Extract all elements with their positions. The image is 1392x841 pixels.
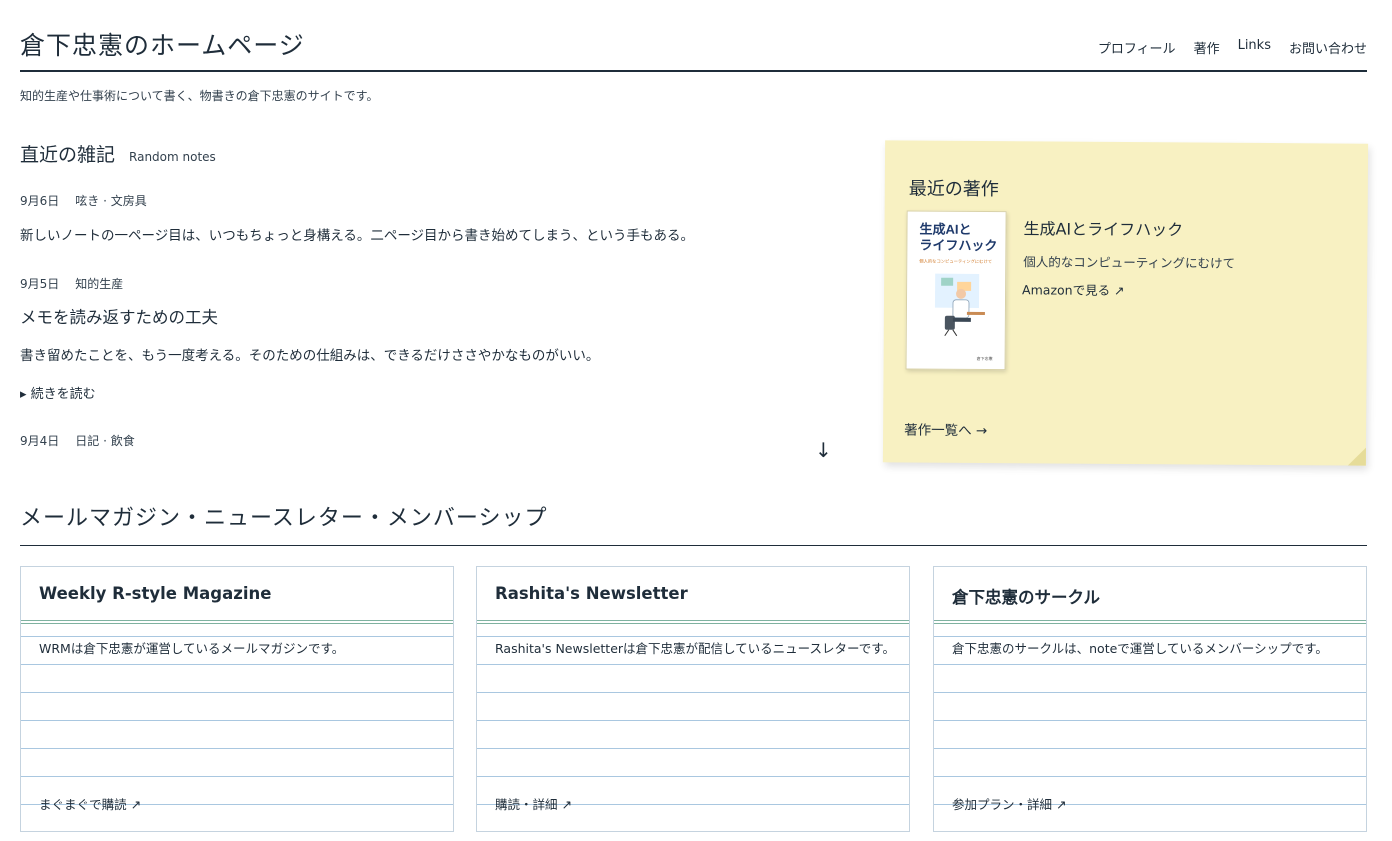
note-title[interactable]: メモを読み返すための工夫 [20, 304, 218, 328]
note-tags[interactable]: 呟き · 文房具 [75, 192, 146, 209]
newsletter-section-heading: メールマガジン・ニュースレター・メンバーシップ [20, 500, 1367, 546]
note-meta: 9月4日 日記 · 飲食 [20, 432, 135, 449]
note-date: 9月5日 [20, 277, 60, 291]
books-heading: 最近の著作 [908, 178, 999, 201]
note-meta: 9月6日 呟き · 文房具 [20, 192, 147, 209]
sticky-note-curl [1347, 447, 1366, 466]
notes-heading-title: 直近の雑記 [20, 144, 116, 166]
all-books-link[interactable]: 著作一覧へ → [904, 418, 987, 439]
card-description: 倉下忠憲のサークルは、noteで運営しているメンバーシップです。 [952, 641, 1328, 656]
cover-subtitle: 個人的なコンピューティングにむけて [919, 258, 992, 266]
card-description: WRMは倉下忠憲が運営しているメールマガジンです。 [39, 641, 345, 656]
recent-notes-section: 直近の雑記 Random notes 9月6日 呟き · 文房具 新しいノートの… [20, 140, 840, 470]
amazon-link[interactable]: Amazonで見る ↗ [1022, 279, 1125, 299]
read-more-toggle[interactable]: ▸ 続きを読む [20, 383, 96, 402]
notes-heading-sub: Random notes [129, 150, 216, 164]
book-title[interactable]: 生成AIとライフハック [1023, 215, 1183, 240]
note-tags[interactable]: 知的生産 [75, 275, 123, 292]
cover-title-line2: ライフハック [919, 238, 997, 254]
card-description: Rashita's Newsletterは倉下忠憲が配信しているニュースレターで… [495, 641, 896, 656]
nav-contact[interactable]: お問い合わせ [1289, 38, 1367, 57]
card-title[interactable]: Rashita's Newsletter [495, 584, 688, 603]
book-cover[interactable]: 生成AIと ライフハック 個人的なコンピューティングにむけて 倉下忠憲 [905, 210, 1007, 371]
site-title[interactable]: 倉下忠憲のホームページ [20, 26, 305, 62]
book-subtitle: 個人的なコンピューティングにむけて [1023, 254, 1236, 271]
nav-links[interactable]: Links [1238, 38, 1271, 57]
card-title[interactable]: Weekly R-style Magazine [39, 584, 271, 603]
notes-heading: 直近の雑記 Random notes [20, 140, 840, 167]
newsletter-heading: メールマガジン・ニュースレター・メンバーシップ [20, 506, 548, 531]
note-body: 書き留めたことを、もう一度考える。そのための仕組みは、できるだけささやかなものが… [20, 348, 600, 364]
nav-works[interactable]: 著作 [1194, 38, 1220, 57]
card-subscribe-link[interactable]: 購読・詳細 ↗ [495, 794, 572, 813]
nav-profile[interactable]: プロフィール [1098, 38, 1176, 57]
note-date: 9月4日 [20, 434, 60, 448]
cover-author: 倉下忠憲 [977, 355, 993, 361]
newsletter-card[interactable]: 倉下忠憲のサークル 倉下忠憲のサークルは、noteで運営しているメンバーシップで… [933, 566, 1367, 832]
note-meta: 9月5日 知的生産 [20, 275, 123, 292]
recent-books-card: 最近の著作 生成AIと ライフハック 個人的なコンピューティングにむけて 倉下忠… [882, 140, 1369, 466]
note-tags[interactable]: 日記 · 飲食 [75, 432, 134, 449]
scroll-down-arrow-icon[interactable]: ↓ [815, 438, 832, 462]
site-header: 倉下忠憲のホームページ プロフィール 著作 Links お問い合わせ [20, 0, 1367, 72]
newsletter-card[interactable]: Rashita's Newsletter Rashita's Newslette… [476, 566, 910, 832]
card-subscribe-link[interactable]: まぐまぐで購読 ↗ [39, 794, 141, 813]
main-nav: プロフィール 著作 Links お問い合わせ [1098, 38, 1367, 57]
card-subscribe-link[interactable]: 参加プラン・詳細 ↗ [952, 794, 1066, 813]
note-date: 9月6日 [20, 194, 60, 208]
newsletter-card[interactable]: Weekly R-style Magazine WRMは倉下忠憲が運営しているメ… [20, 566, 454, 832]
note-body: 新しいノートの一ページ目は、いつもちょっと身構える。二ページ目から書き始めてしま… [20, 228, 695, 244]
card-title[interactable]: 倉下忠憲のサークル [952, 584, 1100, 608]
cover-title-line1: 生成AIと [919, 222, 971, 237]
site-tagline: 知的生産や仕事術について書く、物書きの倉下忠憲のサイトです。 [20, 89, 379, 103]
book-cover-art: 生成AIと ライフハック 個人的なコンピューティングにむけて 倉下忠憲 [919, 222, 997, 362]
